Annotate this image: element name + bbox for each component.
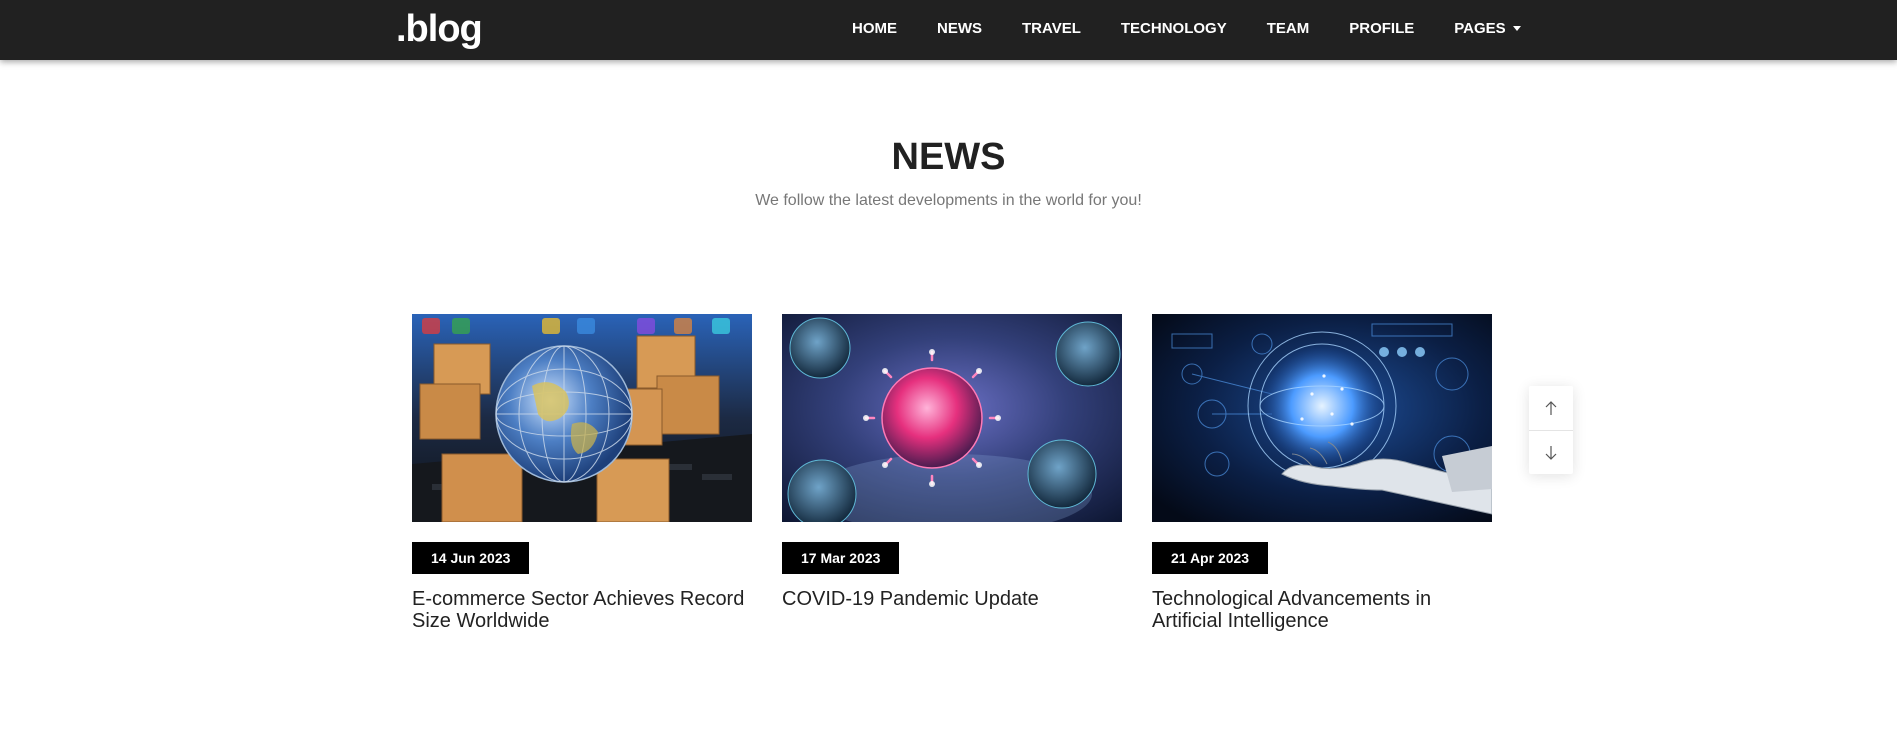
section-title: NEWS (891, 136, 1006, 178)
arrow-up-icon (1545, 401, 1557, 415)
virus-particles-icon (782, 314, 1122, 522)
site-logo[interactable]: .blog (396, 4, 483, 54)
date-badge: 17 Mar 2023 (782, 542, 900, 574)
main-nav: HOME NEWS TRAVEL TECHNOLOGY TEAM PROFILE… (852, 0, 1521, 56)
scroll-down-button[interactable] (1529, 430, 1573, 474)
nav-item-news[interactable]: NEWS (937, 20, 982, 37)
nav-item-home[interactable]: HOME (852, 20, 897, 37)
nav-item-pages-label: PAGES (1454, 19, 1506, 37)
section-subtitle: We follow the latest developments in the… (755, 192, 1142, 209)
article-image[interactable] (1152, 314, 1492, 522)
article-image[interactable] (412, 314, 752, 522)
article-card[interactable]: 21 Apr 2023 Technological Advancements i… (1152, 314, 1492, 632)
nav-item-travel[interactable]: TRAVEL (1022, 20, 1081, 37)
caret-down-icon (1512, 25, 1521, 31)
nav-item-technology[interactable]: TECHNOLOGY (1121, 20, 1227, 37)
article-title[interactable]: E-commerce Sector Achieves Record Size W… (412, 588, 752, 632)
article-image[interactable] (782, 314, 1122, 522)
globe-shipping-boxes-icon (412, 314, 752, 522)
article-card[interactable]: 14 Jun 2023 E-commerce Sector Achieves R… (412, 314, 752, 632)
nav-item-profile[interactable]: PROFILE (1349, 20, 1414, 37)
date-badge: 14 Jun 2023 (412, 542, 530, 574)
scroll-controls (1529, 386, 1573, 474)
nav-item-team[interactable]: TEAM (1267, 20, 1310, 37)
robot-hand-ai-icon (1152, 314, 1492, 522)
date-badge: 21 Apr 2023 (1152, 542, 1269, 574)
nav-item-pages[interactable]: PAGES (1454, 19, 1521, 37)
arrow-down-icon (1545, 445, 1557, 460)
article-title[interactable]: COVID-19 Pandemic Update (782, 588, 1122, 610)
scroll-up-button[interactable] (1529, 386, 1573, 430)
article-title[interactable]: Technological Advancements in Artificial… (1152, 588, 1492, 632)
article-card[interactable]: 17 Mar 2023 COVID-19 Pandemic Update (782, 314, 1122, 610)
top-navbar: .blog HOME NEWS TRAVEL TECHNOLOGY TEAM P… (0, 0, 1897, 60)
